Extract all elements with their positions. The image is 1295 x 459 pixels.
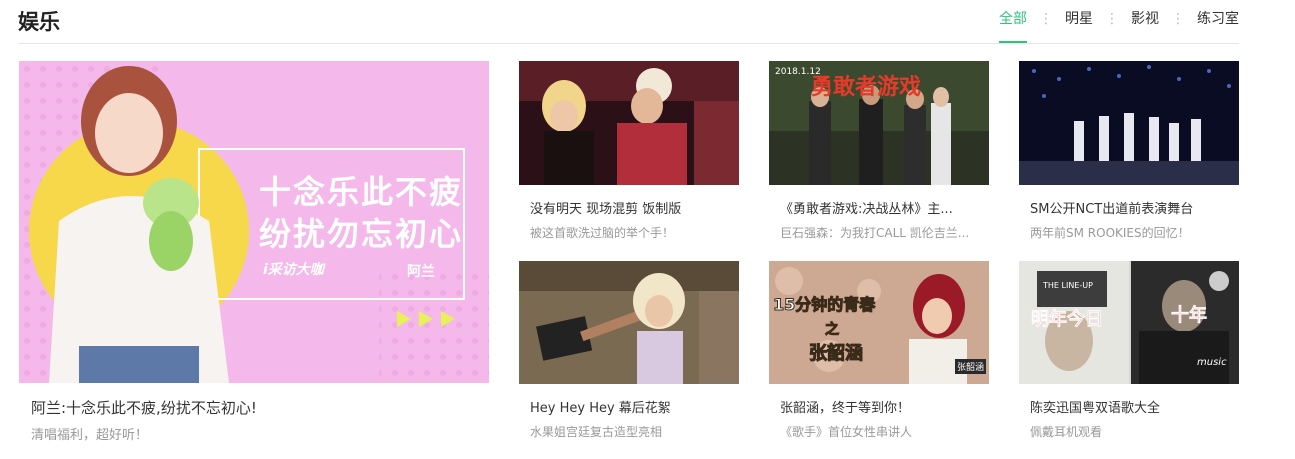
video-thumbnail[interactable] [519, 261, 739, 384]
thumbnail-overlay-title-2: 十年 [1171, 305, 1208, 327]
thumbnail-overlay-title: 明年今日 [1031, 309, 1104, 331]
video-title[interactable]: 《勇敢者游戏:决战丛林》主... [780, 198, 985, 217]
video-card[interactable]: THE LINE-UP 明年今日 十年 music 陈奕迅国粤双语歌大全 佩戴耳… [1019, 261, 1239, 451]
video-thumbnail[interactable]: 2018.1.12 勇敢者游戏 [769, 61, 989, 185]
video-thumbnail[interactable] [1019, 61, 1239, 185]
video-subtitle: 《歌手》首位女性串讲人 [780, 425, 913, 439]
thumbnail-sign: THE LINE-UP [1043, 281, 1093, 290]
poster-line-1: 十念乐此不疲 [259, 173, 464, 211]
thumbnail-overlay-name: 张韶涵 [809, 343, 864, 365]
video-card[interactable]: 15分钟的青春 之 张韶涵 张韶涵 张韶涵，终于等到你！ 《歌手》首位女性串讲人 [769, 261, 989, 451]
section-header: 娱乐 全部 ⋮ 明星 ⋮ 影视 ⋮ 练习室 [18, 0, 1239, 44]
video-title[interactable]: 张韶涵，终于等到你！ [780, 397, 985, 416]
thumbnail-music-logo: music [1197, 357, 1227, 368]
featured-video-card[interactable]: 十念乐此不疲 纷扰勿忘初心 i采访大咖 阿兰 阿兰:十念乐此不疲,纷扰不忘初心!… [19, 61, 489, 451]
featured-subtitle: 清唱福利，超好听！ [31, 428, 149, 443]
video-title[interactable]: Hey Hey Hey 幕后花絮 [530, 397, 735, 416]
thumbnail-overlay-title: 勇敢者游戏 [811, 75, 922, 100]
featured-thumbnail[interactable]: 十念乐此不疲 纷扰勿忘初心 i采访大咖 阿兰 [19, 61, 489, 383]
tab-separator: ⋮ [1171, 11, 1185, 27]
poster-show-logo: i采访大咖 [263, 262, 324, 278]
video-subtitle: 两年前SM ROOKIES的回忆！ [1030, 226, 1190, 240]
video-title[interactable]: 没有明天 现场混剪 饭制版 [530, 198, 735, 217]
thumbnail-overlay-title: 15分钟的青春 [772, 295, 876, 315]
video-card[interactable]: 2018.1.12 勇敢者游戏 《勇敢者游戏:决战丛林》主... 巨石强森：为我… [769, 61, 989, 246]
video-thumbnail[interactable]: 15分钟的青春 之 张韶涵 张韶涵 [769, 261, 989, 384]
video-subtitle: 佩戴耳机观看 [1030, 425, 1103, 439]
tab-separator: ⋮ [1039, 11, 1053, 27]
category-tabs: 全部 ⋮ 明星 ⋮ 影视 ⋮ 练习室 [999, 9, 1239, 43]
section-title: 娱乐 [18, 10, 60, 34]
poster-artist-name: 阿兰 [407, 264, 435, 280]
video-card[interactable]: SM公开NCT出道前表演舞台 两年前SM ROOKIES的回忆！ [1019, 61, 1239, 246]
poster-line-2: 纷扰勿忘初心 [259, 215, 464, 253]
tab-separator: ⋮ [1105, 11, 1119, 27]
video-subtitle: 巨石强森：为我打CALL 凯伦吉兰... [780, 226, 970, 240]
video-card[interactable]: Hey Hey Hey 幕后花絮 水果姐宫廷复古造型亮相 [519, 261, 739, 451]
thumbnail-overlay-mid: 之 [825, 322, 840, 339]
tab-practice-room[interactable]: 练习室 [1197, 9, 1239, 43]
tab-all[interactable]: 全部 [999, 9, 1027, 43]
video-title[interactable]: SM公开NCT出道前表演舞台 [1030, 198, 1235, 217]
video-subtitle: 被这首歌洗过脑的举个手！ [530, 226, 675, 240]
thumbnail-badge: 张韶涵 [955, 359, 987, 374]
tab-stars[interactable]: 明星 [1065, 9, 1093, 43]
video-subtitle: 水果姐宫廷复古造型亮相 [530, 425, 663, 439]
video-card[interactable]: 没有明天 现场混剪 饭制版 被这首歌洗过脑的举个手！ [519, 61, 739, 246]
video-title[interactable]: 陈奕迅国粤双语歌大全 [1030, 397, 1235, 416]
video-thumbnail[interactable] [519, 61, 739, 185]
featured-title[interactable]: 阿兰:十念乐此不疲,纷扰不忘初心! [31, 397, 481, 418]
video-thumbnail[interactable]: THE LINE-UP 明年今日 十年 music [1019, 261, 1239, 384]
tab-film[interactable]: 影视 [1131, 9, 1159, 43]
